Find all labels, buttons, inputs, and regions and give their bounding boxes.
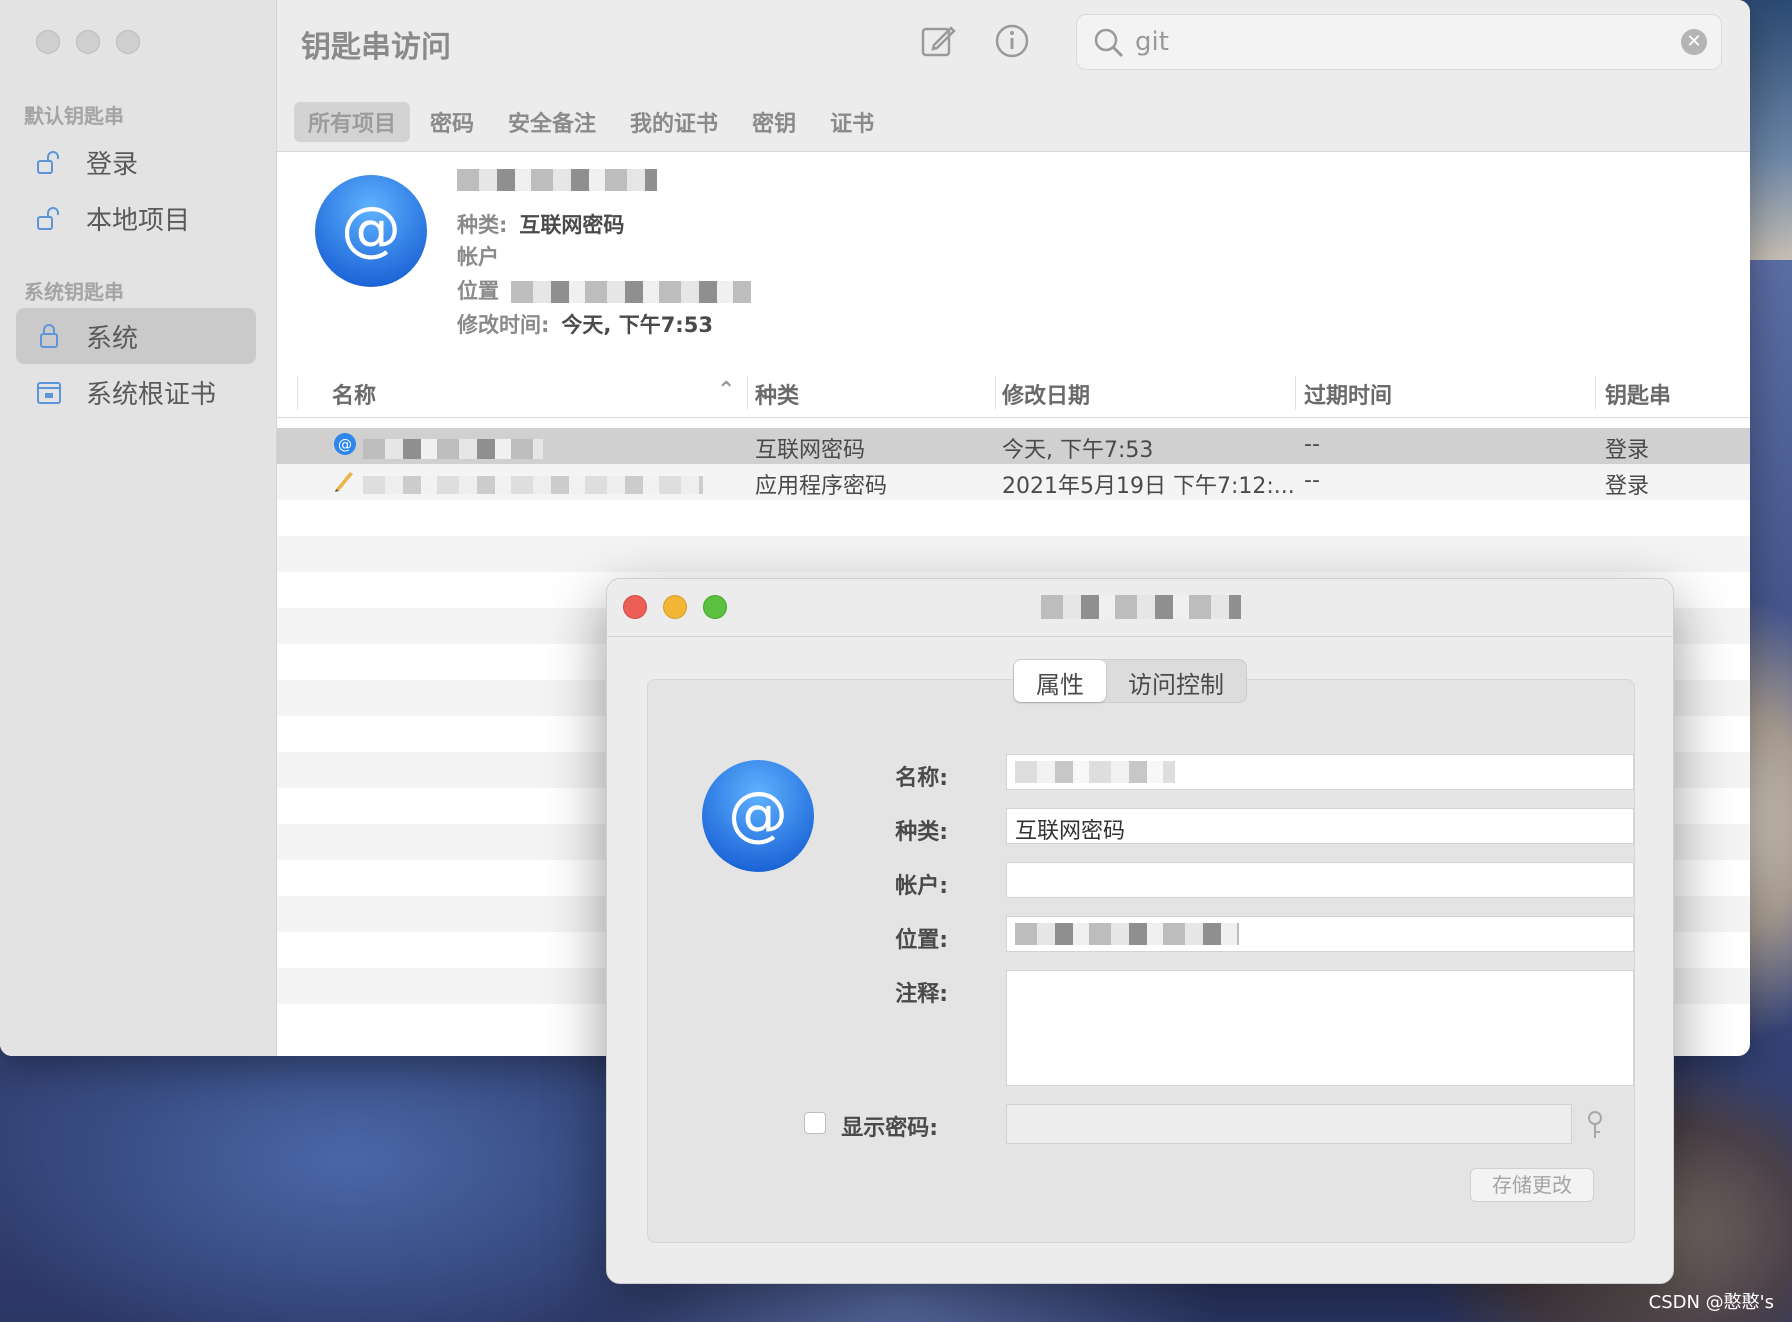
svg-text:@: @ (338, 437, 352, 453)
location-field[interactable] (1006, 916, 1634, 952)
kind-field[interactable]: 互联网密码 (1006, 808, 1634, 844)
clear-search-icon[interactable]: ✕ (1681, 29, 1707, 55)
sidebar-item-label: 本地项目 (86, 205, 191, 236)
application-password-icon (333, 468, 357, 498)
column-expires[interactable]: 过期时间 (1304, 378, 1392, 410)
sidebar-section-system: 系统钥匙串 (24, 280, 124, 304)
close-button-inactive[interactable] (36, 30, 60, 54)
summary-modified: 修改时间: 今天, 下午7:53 (457, 313, 713, 337)
redacted-name (363, 472, 703, 497)
column-name[interactable]: 名称 (332, 378, 376, 410)
internet-password-small-icon: @ (333, 432, 357, 462)
comment-textarea[interactable] (1006, 970, 1634, 1086)
tab-my-certificates[interactable]: 我的证书 (616, 102, 732, 142)
comment-label: 注释: (895, 982, 948, 1007)
unlock-icon (34, 203, 64, 233)
zoom-button-inactive[interactable] (116, 30, 140, 54)
row-kind: 互联网密码 (755, 438, 866, 463)
attributes-panel: @ 名称: 种类: 互联网密码 帐户: 位置: 注释: 显示密码: 存储更改 (647, 679, 1635, 1243)
sidebar-item-label: 系统根证书 (86, 379, 217, 410)
svg-text:@: @ (728, 779, 788, 849)
minimize-button[interactable] (663, 595, 687, 619)
column-modified[interactable]: 修改日期 (1002, 378, 1090, 410)
table-row[interactable]: @ 互联网密码 今天, 下午7:53 -- 登录 (277, 428, 1750, 464)
dialog-window-controls (623, 595, 727, 619)
close-button[interactable] (623, 595, 647, 619)
row-date: 2021年5月19日 下午7:12:... (1002, 474, 1295, 499)
search-icon (1093, 27, 1125, 63)
row-date: 今天, 下午7:53 (1002, 438, 1154, 463)
internet-password-icon: @ (700, 758, 816, 878)
new-item-icon[interactable] (919, 22, 957, 60)
sidebar-section-default: 默认钥匙串 (24, 104, 124, 128)
certificate-cabinet-icon (34, 377, 64, 407)
account-label: 帐户: (895, 874, 948, 899)
location-label: 位置: (895, 928, 948, 953)
category-tabs: 所有项目 密码 安全备注 我的证书 密钥 证书 (294, 102, 888, 142)
table-header: 名称 ⌃ 种类 修改日期 过期时间 钥匙串 (277, 368, 1750, 418)
info-icon[interactable] (993, 22, 1031, 60)
lock-icon (34, 321, 64, 351)
sidebar: 默认钥匙串 登录 本地项目 系统钥匙串 系统 系统根证书 (0, 0, 277, 1056)
zoom-button[interactable] (703, 595, 727, 619)
watermark: CSDN @憨憨's (1648, 1292, 1774, 1313)
search-field[interactable]: ✕ (1076, 14, 1722, 70)
sidebar-item-login[interactable]: 登录 (16, 134, 256, 190)
redacted-name (363, 436, 543, 461)
minimize-button-inactive[interactable] (76, 30, 100, 54)
password-field[interactable] (1006, 1104, 1572, 1144)
show-password-label: 显示密码: (841, 1116, 938, 1141)
redacted-dialog-title (1041, 595, 1241, 619)
tab-all-items[interactable]: 所有项目 (294, 102, 411, 142)
column-kind[interactable]: 种类 (755, 378, 799, 410)
tab-keys[interactable]: 密钥 (738, 102, 810, 142)
column-keychain[interactable]: 钥匙串 (1605, 378, 1671, 410)
row-expires: -- (1304, 432, 1320, 457)
table-row[interactable]: 应用程序密码 2021年5月19日 下午7:12:... -- 登录 (277, 464, 1750, 500)
window-title: 钥匙串访问 (301, 30, 451, 65)
row-keychain: 登录 (1605, 438, 1650, 463)
name-field[interactable] (1006, 754, 1634, 790)
internet-password-icon: @ (313, 173, 429, 293)
key-icon[interactable] (1584, 1110, 1606, 1144)
toolbar: 钥匙串访问 ✕ 所有项目 密码 安全备注 我的证书 密钥 证书 (277, 0, 1750, 152)
summary-kind: 种类: 互联网密码 (457, 213, 625, 237)
account-field[interactable] (1006, 862, 1634, 898)
dialog-titlebar (607, 579, 1673, 637)
row-kind: 应用程序密码 (755, 474, 888, 499)
main-window-controls (36, 30, 140, 54)
sidebar-item-local[interactable]: 本地项目 (16, 190, 256, 246)
dialog-tabs: 属性 访问控制 (1013, 659, 1247, 703)
tab-certificates[interactable]: 证书 (816, 102, 888, 142)
item-summary: @ 种类: 互联网密码 帐户 位置 修改时间: 今天, 下午7:53 (277, 153, 1750, 368)
sidebar-item-label: 登录 (86, 149, 139, 180)
unlock-icon (34, 147, 64, 177)
tab-attributes[interactable]: 属性 (1014, 660, 1106, 702)
sidebar-item-root-certs[interactable]: 系统根证书 (16, 364, 256, 420)
save-changes-button[interactable]: 存储更改 (1470, 1168, 1594, 1202)
row-expires: -- (1304, 468, 1320, 493)
sort-ascending-icon: ⌃ (717, 378, 736, 403)
row-keychain: 登录 (1605, 474, 1650, 499)
sidebar-item-system[interactable]: 系统 (16, 308, 256, 364)
tab-secure-notes[interactable]: 安全备注 (494, 102, 610, 142)
summary-account: 帐户 (457, 245, 499, 269)
svg-text:@: @ (341, 194, 401, 264)
name-label: 名称: (895, 766, 948, 791)
summary-location: 位置 (457, 275, 751, 305)
tab-access-control[interactable]: 访问控制 (1106, 660, 1246, 702)
tab-passwords[interactable]: 密码 (416, 102, 488, 142)
item-detail-dialog: 属性 访问控制 @ 名称: 种类: 互联网密码 帐户: 位置: 注释: 显示密码… (606, 578, 1674, 1284)
redacted-item-name (457, 167, 657, 191)
kind-label: 种类: (895, 820, 948, 845)
sidebar-item-label: 系统 (86, 323, 139, 354)
search-input[interactable] (1135, 25, 1655, 59)
